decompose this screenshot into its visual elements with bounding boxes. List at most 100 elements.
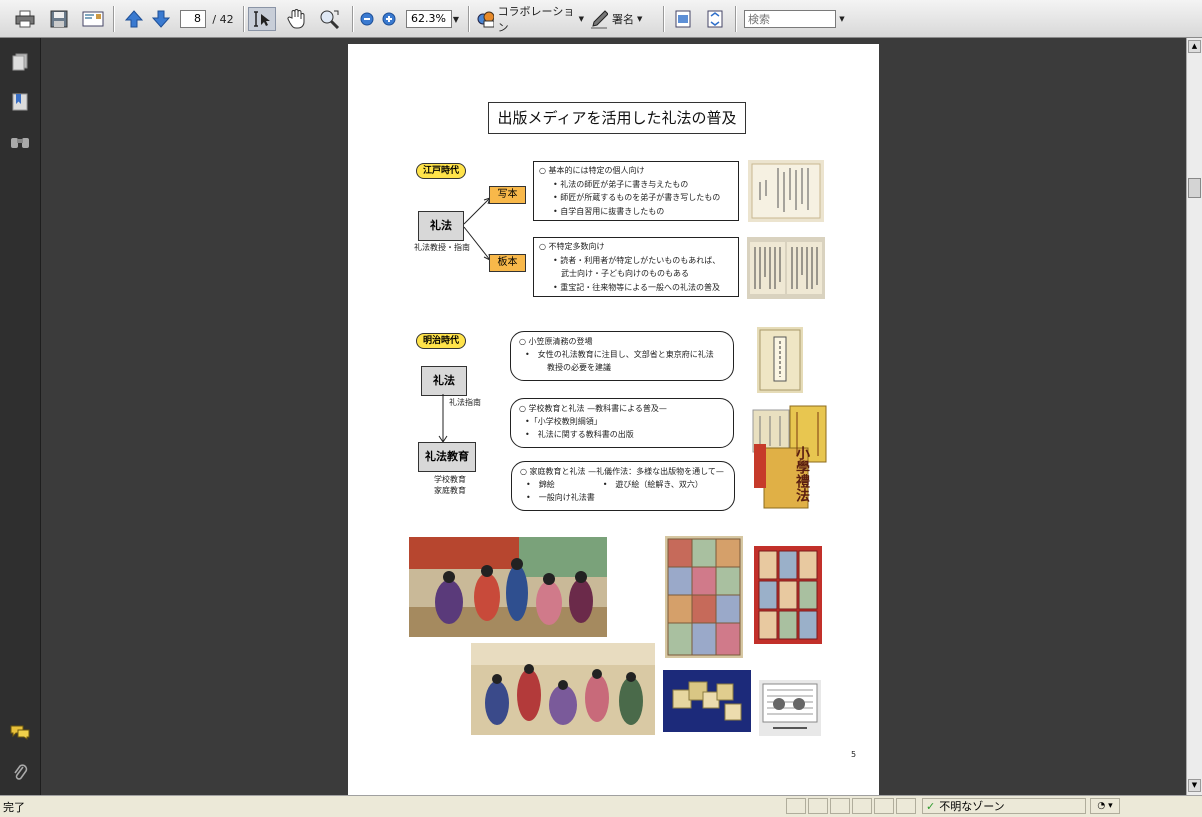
box-heading: ○ 基本的には特定の個人向け <box>539 166 645 175</box>
pen-icon <box>591 10 608 29</box>
attachments-panel-button[interactable] <box>10 762 30 782</box>
zoom-status-pane[interactable]: ◔ ▾ <box>1090 798 1120 814</box>
woodblock-book-photo <box>747 237 825 299</box>
zoom-out-button[interactable] <box>358 7 376 31</box>
search-dropdown-chevron-icon[interactable]: ▼ <box>837 7 847 31</box>
status-pane <box>896 798 916 814</box>
status-text: 完了 <box>3 801 25 814</box>
zoom-tool-button[interactable] <box>316 7 344 31</box>
sign-label: 署名 <box>612 13 634 26</box>
status-pane <box>808 798 828 814</box>
arrow-up-icon <box>125 10 143 28</box>
zoom-in-button[interactable] <box>380 7 398 31</box>
reihou-box-edo: 礼法 <box>418 211 464 241</box>
textbook-cover-photo <box>757 327 803 393</box>
scroll-down-icon[interactable]: ▼ <box>1188 779 1201 792</box>
document-viewer[interactable]: 出版メディアを活用した礼法の普及 江戸時代 礼法 礼法教授・指南 写本 板本 ○… <box>41 38 1186 795</box>
nishiki-e-print-2 <box>471 643 655 735</box>
reihou-box-meiji: 礼法 <box>421 366 467 396</box>
search-input[interactable] <box>744 10 836 28</box>
email-button[interactable] <box>80 7 106 31</box>
box-heading: ○ 小笠原清務の登場 <box>519 337 593 346</box>
zoom-tool-icon <box>320 10 340 29</box>
select-tool-button[interactable] <box>248 7 276 31</box>
comments-panel-button[interactable] <box>10 722 30 742</box>
security-zone-label: 不明なゾーン <box>939 800 1005 813</box>
save-icon <box>50 10 68 28</box>
fit-page-icon <box>675 10 691 28</box>
paperclip-icon <box>14 764 28 780</box>
pages-icon <box>12 53 28 71</box>
puzzle-blocks-photo <box>663 670 751 732</box>
collaboration-icon <box>477 11 494 28</box>
reihou-education-box: 礼法教育 <box>418 442 476 472</box>
era-label-edo: 江戸時代 <box>416 163 467 179</box>
box-heading: ○ 学校教育と礼法 —教科書による普及— <box>519 404 667 413</box>
fit-width-button[interactable] <box>672 7 694 31</box>
list-item: • 読者・利用者が特定しがたいものもあれば、 <box>553 255 721 265</box>
zoom-dropdown-chevron-icon[interactable]: ▼ <box>451 7 461 31</box>
collaboration-label: コラボレーション <box>497 5 575 34</box>
edo-woodblock-info: ○ 不特定多数向け • 読者・利用者が特定しがたいものもあれば、 武士向け・子ど… <box>533 237 739 297</box>
page-title: 出版メディアを活用した礼法の普及 <box>488 102 746 134</box>
box-heading: ○ 不特定多数向け <box>539 242 605 251</box>
status-pane <box>874 798 894 814</box>
status-pane <box>830 798 850 814</box>
scrollbar-thumb[interactable] <box>1188 178 1201 198</box>
select-cursor-icon <box>254 11 270 27</box>
list-item: • 重宝記・往来物等による一般への礼法の普及 <box>553 282 721 292</box>
next-page-button[interactable] <box>150 7 172 31</box>
hand-tool-button[interactable] <box>283 7 309 31</box>
list-item: • 礼法に関する教科書の出版 <box>525 430 634 439</box>
hand-icon <box>287 9 305 29</box>
prev-page-button[interactable] <box>123 7 145 31</box>
fullscreen-icon <box>707 10 723 28</box>
status-pane <box>852 798 872 814</box>
save-button[interactable] <box>47 7 71 31</box>
sign-menu-button[interactable]: 署名 ▼ <box>590 7 656 31</box>
arrow-caption: 礼法指南 <box>449 398 481 407</box>
scroll-up-icon[interactable]: ▲ <box>1188 40 1201 53</box>
print-button[interactable] <box>13 7 37 31</box>
vertical-scrollbar[interactable]: ▲ ▼ <box>1186 38 1202 795</box>
box-heading: ○ 家庭教育と礼法 —礼儀作法：多様な出版物を通して— <box>520 467 724 476</box>
status-pane <box>786 798 806 814</box>
home-education-box: ○ 家庭教育と礼法 —礼儀作法：多様な出版物を通して— • 錦絵 • 遊び絵（絵解… <box>511 461 735 511</box>
globe-icon: ◔ <box>1097 801 1106 811</box>
printer-icon <box>15 10 35 28</box>
sugoroku-board-2 <box>754 546 822 644</box>
zoom-level-field[interactable]: 62.3% <box>406 10 452 28</box>
comment-icon <box>10 725 30 740</box>
zoom-in-icon <box>382 12 396 26</box>
sugoroku-board-1 <box>665 536 743 658</box>
security-zone-pane[interactable]: ✓ 不明なゾーン <box>922 798 1086 814</box>
down-arrow <box>438 394 448 443</box>
pages-panel-button[interactable] <box>10 52 30 72</box>
list-item: 教授の必要を建議 <box>547 363 611 372</box>
list-item: • 女性の礼法教育に注目し、文部省と東京府に礼法 <box>525 350 714 359</box>
manuscript-photo <box>748 160 824 222</box>
school-education-caption: 学校教育 <box>434 475 466 484</box>
list-item: • 一般向け礼法書 <box>526 493 595 502</box>
etiquette-book-photo <box>759 680 821 736</box>
status-bar: 完了 ✓ 不明なゾーン ◔ ▾ <box>0 795 1202 817</box>
chevron-down-icon: ▼ <box>637 15 643 23</box>
woodblock-book-box: 板本 <box>489 254 526 272</box>
binoculars-icon <box>11 138 29 148</box>
copy-manuscript-box: 写本 <box>489 186 526 204</box>
collaboration-menu-button[interactable]: コラボレーション ▼ <box>476 5 584 34</box>
search-panel-button[interactable] <box>10 132 30 152</box>
bookmarks-panel-button[interactable] <box>10 92 30 112</box>
page-total: / 42 <box>212 12 234 26</box>
list-item: • 錦絵 • 遊び絵（絵解き、双六） <box>526 480 703 489</box>
chevron-down-icon: ▼ <box>578 15 584 23</box>
arrow-down-icon <box>152 10 170 28</box>
edo-manuscript-info: ○ 基本的には特定の個人向け • 礼法の師匠が弟子に書き与えたもの • 師匠が所… <box>533 161 739 221</box>
list-item: • 師匠が所蔵するものを弟子が書き写したもの <box>553 193 721 202</box>
list-item: •「小学校教則綱領」 <box>525 417 602 426</box>
toolbar: 8 / 42 62.3% ▼ コラボレーション ▼ 署名 ▼ ▼ <box>0 0 1202 38</box>
full-screen-button[interactable] <box>704 7 726 31</box>
list-item: • 自学自習用に抜書きしたもの <box>553 206 665 216</box>
ogasawara-box: ○ 小笠原清務の登場 • 女性の礼法教育に注目し、文部省と東京府に礼法 教授の必… <box>510 331 734 381</box>
page-number-input[interactable]: 8 <box>180 10 206 28</box>
